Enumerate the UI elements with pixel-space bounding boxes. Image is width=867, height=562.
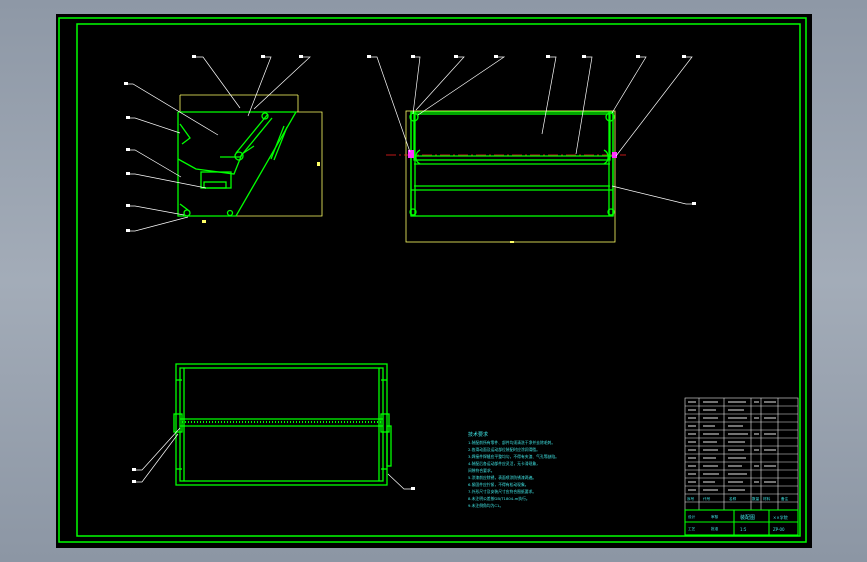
front-view-magenta-part [408, 150, 414, 158]
side-view [124, 55, 323, 232]
sign-label-process: 工艺 [688, 526, 696, 531]
notes-line: 间隙符合要求。 [468, 468, 495, 473]
drawing-number: ZP-00 [773, 527, 785, 532]
front-view-envelope [405, 110, 616, 243]
side-view-balloons [124, 55, 303, 232]
title-block: 序号 代号 名称 数量 材料 备注 设计 审核 工艺 批准 装配图 1:5 ××… [684, 397, 799, 536]
front-view-body [409, 111, 615, 217]
sign-label-design: 设计 [688, 514, 696, 519]
row-label-material: 材料 [763, 496, 771, 501]
sheet-outer-border [58, 17, 807, 543]
side-view-envelope [179, 94, 323, 217]
notes-line: 8.未注明公差按GB/T1804-m执行。 [468, 496, 530, 501]
plan-view-balloons [132, 468, 415, 490]
sign-label-review: 审核 [711, 514, 719, 519]
parts-list-header-labels: 序号 代号 名称 数量 材料 备注 [687, 496, 789, 501]
front-view-magenta-part-right [612, 152, 617, 158]
front-view [367, 55, 696, 243]
notes-line: 5.涂漆前应除锈，表面喷涂防锈漆两遍。 [468, 475, 536, 480]
plan-view-body [173, 363, 392, 486]
side-view-body [177, 111, 298, 217]
side-view-leaders [126, 56, 311, 232]
technical-notes: 技术要求 1.装配前所有零件、部件均须清洗干净并去除毛刺。 2.各滑动面及运动部… [468, 431, 559, 508]
plan-view [132, 363, 415, 490]
notes-line: 3.焊接件焊缝应平整均匀，不得有夹渣、气孔等缺陷。 [468, 454, 559, 459]
drawing-name: 装配图 [740, 514, 755, 521]
row-label-code: 代号 [703, 496, 711, 501]
side-view-marker-right [317, 162, 320, 166]
notes-line: 4.装配后各运动部件应灵活，无卡滞现象， [468, 461, 540, 466]
front-view-balloons [367, 55, 696, 205]
front-view-leaders [369, 56, 693, 205]
sign-label-approve: 批准 [711, 526, 719, 531]
notes-line: 9.未注倒角均为C1。 [468, 503, 503, 508]
notes-line: 6.紧固件应拧紧，不得有松动现象。 [468, 482, 529, 487]
row-label-remark: 备注 [781, 496, 789, 501]
notes-line: 2.各滑动面及运动部位装配时应涂润滑脂。 [468, 447, 540, 452]
company-name: ××学院 [773, 514, 788, 520]
row-label-name: 名称 [729, 496, 737, 501]
notes-line: 1.装配前所有零件、部件均须清洗干净并去除毛刺。 [468, 440, 555, 445]
side-view-marker-bottom [202, 220, 206, 223]
notes-heading: 技术要求 [468, 431, 488, 438]
row-label-qty: 数量 [752, 496, 760, 501]
scale-value: 1:5 [740, 527, 747, 532]
drawing-viewport[interactable]: 技术要求 1.装配前所有零件、部件均须清洗干净并去除毛刺。 2.各滑动面及运动部… [56, 14, 812, 548]
front-view-marker-bottom [510, 241, 514, 243]
row-label-index: 序号 [687, 496, 695, 501]
notes-line: 7.外形尺寸及安装尺寸应符合图纸要求。 [468, 489, 536, 494]
cad-drawing: 技术要求 1.装配前所有零件、部件均须清洗干净并去除毛刺。 2.各滑动面及运动部… [58, 17, 807, 543]
